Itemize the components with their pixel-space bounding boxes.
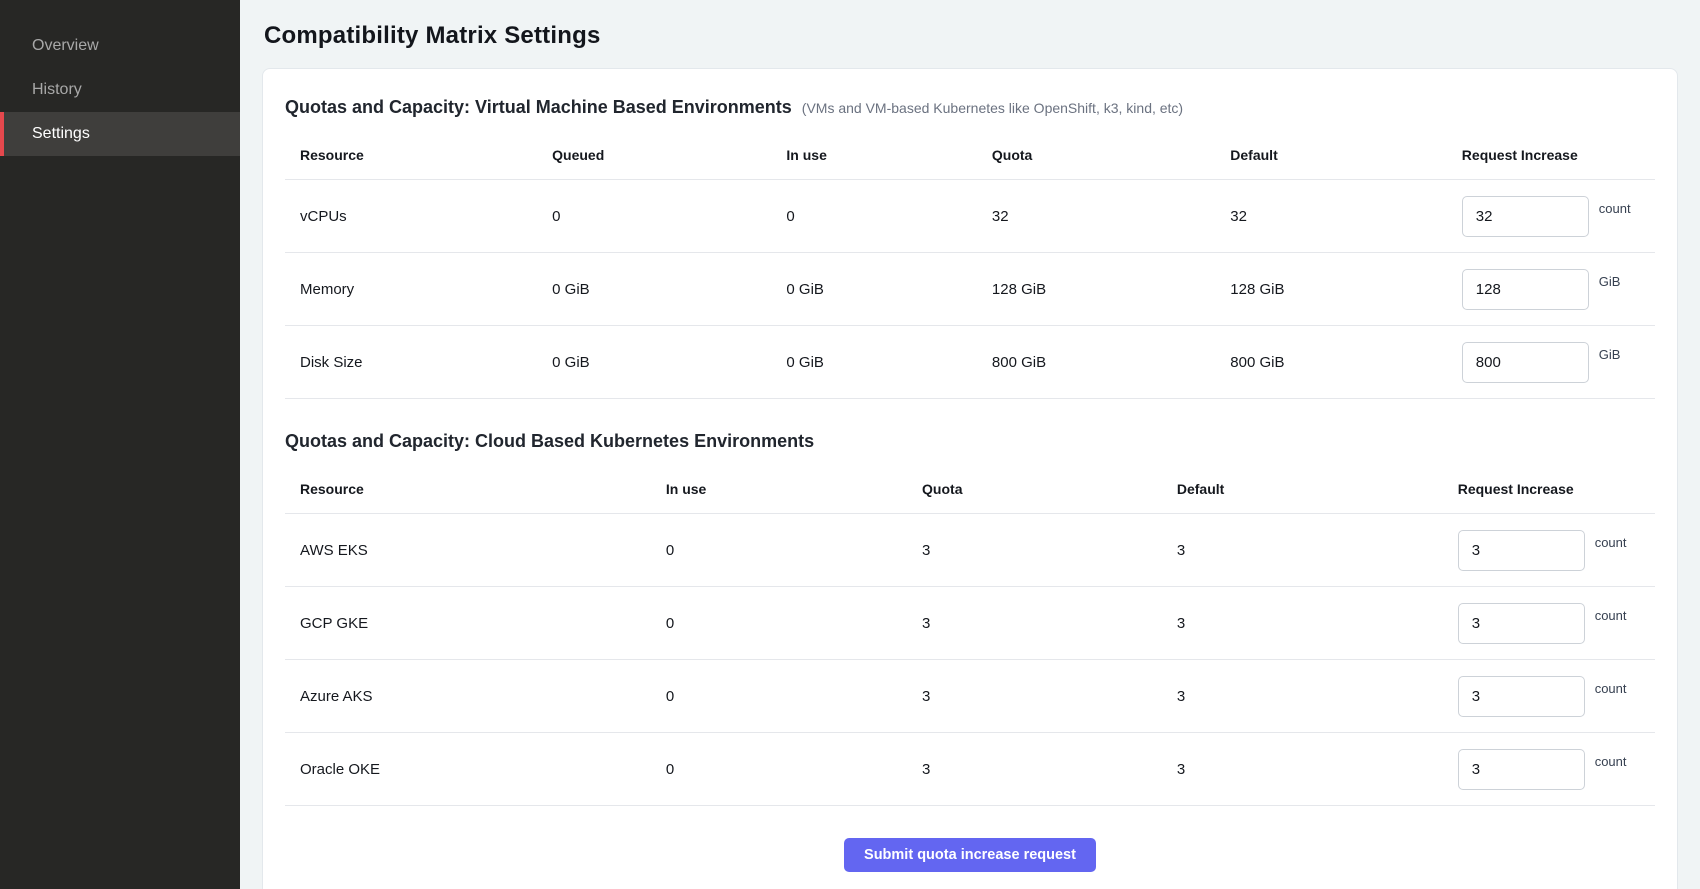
oracle-oke-unit-label: count — [1595, 754, 1627, 769]
vm-header-queued: Queued — [552, 147, 786, 163]
cloud-row-default: 3 — [1177, 688, 1458, 705]
main-content: Compatibility Matrix Settings Quotas and… — [240, 0, 1700, 889]
submit-quota-increase-button[interactable]: Submit quota increase request — [844, 838, 1096, 872]
vm-table-header: Resource Queued In use Quota Default Req… — [285, 130, 1655, 180]
cloud-row-resource: GCP GKE — [285, 615, 666, 632]
azure-aks-request-input[interactable] — [1458, 676, 1585, 717]
table-row: Azure AKS 0 3 3 count — [285, 660, 1655, 733]
cloud-section: Quotas and Capacity: Cloud Based Kuberne… — [285, 431, 1655, 806]
vm-row-default: 800 GiB — [1230, 354, 1462, 371]
memory-request-input[interactable] — [1462, 269, 1589, 310]
submit-row: Submit quota increase request — [285, 838, 1655, 872]
cloud-row-quota: 3 — [922, 688, 1177, 705]
vm-row-queued: 0 GiB — [552, 281, 786, 298]
memory-unit-label: GiB — [1599, 274, 1621, 289]
vm-section-head: Quotas and Capacity: Virtual Machine Bas… — [285, 97, 1655, 118]
vm-row-resource: vCPUs — [285, 208, 552, 225]
sidebar-item-history[interactable]: History — [0, 68, 240, 112]
aws-eks-request-input[interactable] — [1458, 530, 1585, 571]
cloud-row-request-increase: count — [1458, 530, 1655, 571]
disk-size-unit-label: GiB — [1599, 347, 1621, 362]
vcpus-request-input[interactable] — [1462, 196, 1589, 237]
sidebar-item-settings[interactable]: Settings — [0, 112, 240, 156]
cloud-row-default: 3 — [1177, 761, 1458, 778]
table-row: Disk Size 0 GiB 0 GiB 800 GiB 800 GiB Gi… — [285, 326, 1655, 399]
cloud-row-request-increase: count — [1458, 603, 1655, 644]
page-title: Compatibility Matrix Settings — [264, 22, 1678, 50]
cloud-row-resource: Oracle OKE — [285, 761, 666, 778]
vm-row-request-increase: GiB — [1462, 269, 1655, 310]
vm-quota-table: Resource Queued In use Quota Default Req… — [285, 130, 1655, 399]
cloud-row-in-use: 0 — [666, 615, 922, 632]
cloud-row-quota: 3 — [922, 615, 1177, 632]
oracle-oke-request-input[interactable] — [1458, 749, 1585, 790]
cloud-row-quota: 3 — [922, 761, 1177, 778]
cloud-row-in-use: 0 — [666, 761, 922, 778]
cloud-row-in-use: 0 — [666, 688, 922, 705]
vm-header-resource: Resource — [285, 147, 552, 163]
table-row: AWS EKS 0 3 3 count — [285, 514, 1655, 587]
quotas-card: Quotas and Capacity: Virtual Machine Bas… — [262, 68, 1678, 889]
cloud-row-resource: Azure AKS — [285, 688, 666, 705]
vm-row-quota: 128 GiB — [992, 281, 1230, 298]
vm-row-quota: 800 GiB — [992, 354, 1230, 371]
table-row: Oracle OKE 0 3 3 count — [285, 733, 1655, 806]
cloud-table-header: Resource In use Quota Default Request In… — [285, 464, 1655, 514]
vm-section: Quotas and Capacity: Virtual Machine Bas… — [285, 97, 1655, 399]
cloud-row-default: 3 — [1177, 615, 1458, 632]
sidebar: Overview History Settings — [0, 0, 240, 889]
vm-row-default: 128 GiB — [1230, 281, 1462, 298]
vm-section-title: Quotas and Capacity: Virtual Machine Bas… — [285, 97, 792, 118]
disk-size-request-input[interactable] — [1462, 342, 1589, 383]
cloud-header-request-increase: Request Increase — [1458, 481, 1655, 497]
vm-row-in-use: 0 — [786, 208, 992, 225]
cloud-row-request-increase: count — [1458, 676, 1655, 717]
table-row: GCP GKE 0 3 3 count — [285, 587, 1655, 660]
vm-header-default: Default — [1230, 147, 1462, 163]
vm-row-resource: Memory — [285, 281, 552, 298]
vm-row-request-increase: GiB — [1462, 342, 1655, 383]
vm-row-queued: 0 — [552, 208, 786, 225]
table-row: Memory 0 GiB 0 GiB 128 GiB 128 GiB GiB — [285, 253, 1655, 326]
vcpus-unit-label: count — [1599, 201, 1631, 216]
aws-eks-unit-label: count — [1595, 535, 1627, 550]
vm-row-request-increase: count — [1462, 196, 1655, 237]
gcp-gke-request-input[interactable] — [1458, 603, 1585, 644]
cloud-header-resource: Resource — [285, 481, 666, 497]
cloud-row-in-use: 0 — [666, 542, 922, 559]
cloud-header-default: Default — [1177, 481, 1458, 497]
cloud-section-title: Quotas and Capacity: Cloud Based Kuberne… — [285, 431, 814, 452]
cloud-row-request-increase: count — [1458, 749, 1655, 790]
cloud-row-quota: 3 — [922, 542, 1177, 559]
vm-row-quota: 32 — [992, 208, 1230, 225]
vm-header-quota: Quota — [992, 147, 1230, 163]
azure-aks-unit-label: count — [1595, 681, 1627, 696]
table-row: vCPUs 0 0 32 32 count — [285, 180, 1655, 253]
sidebar-nav: Overview History Settings — [0, 24, 240, 156]
vm-section-subtitle: (VMs and VM-based Kubernetes like OpenSh… — [802, 100, 1183, 116]
cloud-header-in-use: In use — [666, 481, 922, 497]
vm-row-default: 32 — [1230, 208, 1462, 225]
vm-header-request-increase: Request Increase — [1462, 147, 1655, 163]
sidebar-item-overview[interactable]: Overview — [0, 24, 240, 68]
cloud-section-head: Quotas and Capacity: Cloud Based Kuberne… — [285, 431, 1655, 452]
vm-row-queued: 0 GiB — [552, 354, 786, 371]
gcp-gke-unit-label: count — [1595, 608, 1627, 623]
cloud-quota-table: Resource In use Quota Default Request In… — [285, 464, 1655, 806]
vm-header-in-use: In use — [786, 147, 992, 163]
vm-row-in-use: 0 GiB — [786, 281, 992, 298]
cloud-row-resource: AWS EKS — [285, 542, 666, 559]
vm-row-resource: Disk Size — [285, 354, 552, 371]
cloud-header-quota: Quota — [922, 481, 1177, 497]
vm-row-in-use: 0 GiB — [786, 354, 992, 371]
cloud-row-default: 3 — [1177, 542, 1458, 559]
